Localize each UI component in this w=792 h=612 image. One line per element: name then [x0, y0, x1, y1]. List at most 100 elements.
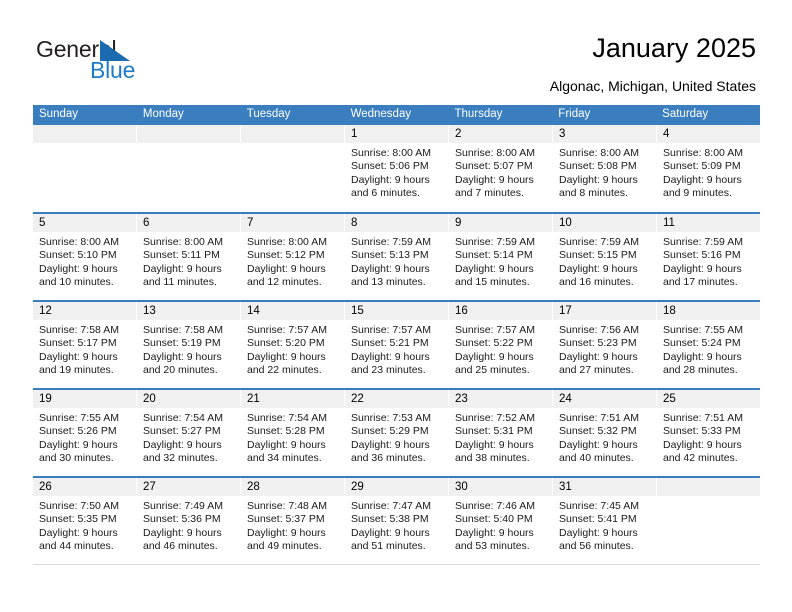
sunrise-text: Sunrise: 7:46 AM [455, 500, 535, 512]
calendar-day-cell[interactable]: 7 Sunrise: 8:00 AM Sunset: 5:12 PM Daylight… [241, 214, 345, 300]
daylight-text: Daylight: 9 hours and 16 minutes. [559, 262, 638, 289]
calendar-day-cell[interactable]: 19 Sunrise: 7:55 AM Sunset: 5:26 PM Dayligh… [33, 390, 137, 476]
calendar-day-cell[interactable]: 16 Sunrise: 7:57 AM Sunset: 5:22 PM Dayligh… [449, 302, 553, 388]
day-details: Sunrise: 7:47 AM Sunset: 5:38 PM Daylight:… [345, 496, 448, 554]
day-number: 10 [553, 214, 656, 232]
daylight-text: Daylight: 9 hours and 46 minutes. [143, 526, 222, 553]
calendar-day-cell[interactable]: 10 Sunrise: 7:59 AM Sunset: 5:15 PM Dayligh… [553, 214, 657, 300]
sunset-text: Sunset: 5:15 PM [559, 249, 637, 262]
calendar-day-cell[interactable]: 31 Sunrise: 7:45 AM Sunset: 5:41 PM Dayligh… [553, 478, 657, 564]
calendar-day-cell[interactable]: 26 Sunrise: 7:50 AM Sunset: 5:35 PM Dayligh… [33, 478, 137, 564]
daylight-text: Daylight: 9 hours and 32 minutes. [143, 438, 222, 465]
day-details: Sunrise: 8:00 AM Sunset: 5:09 PM Daylight:… [657, 143, 760, 201]
sunset-text: Sunset: 5:32 PM [559, 425, 637, 438]
daylight-text: Daylight: 9 hours and 6 minutes. [351, 173, 430, 200]
day-number: 5 [33, 214, 136, 232]
day-details: Sunrise: 7:57 AM Sunset: 5:22 PM Daylight:… [449, 320, 552, 378]
sunrise-text: Sunrise: 7:54 AM [247, 412, 327, 424]
day-details: Sunrise: 8:00 AM Sunset: 5:08 PM Daylight:… [553, 143, 656, 201]
calendar-day-cell[interactable]: 21 Sunrise: 7:54 AM Sunset: 5:28 PM Dayligh… [241, 390, 345, 476]
sunset-text: Sunset: 5:14 PM [455, 249, 533, 262]
day-number: 11 [657, 214, 760, 232]
calendar-day-cell[interactable]: 12 Sunrise: 7:58 AM Sunset: 5:17 PM Dayligh… [33, 302, 137, 388]
day-number: 1 [345, 125, 448, 143]
sunrise-text: Sunrise: 8:00 AM [143, 236, 223, 248]
day-number [33, 125, 136, 143]
calendar-day-cell[interactable]: 14 Sunrise: 7:57 AM Sunset: 5:20 PM Dayligh… [241, 302, 345, 388]
calendar-day-cell-empty [241, 125, 345, 212]
calendar-day-cell[interactable]: 30 Sunrise: 7:46 AM Sunset: 5:40 PM Dayligh… [449, 478, 553, 564]
page-title: January 2025 [592, 33, 756, 63]
weekday-header-monday: Monday [142, 108, 184, 120]
sunset-text: Sunset: 5:13 PM [351, 249, 429, 262]
calendar-day-cell[interactable]: 11 Sunrise: 7:59 AM Sunset: 5:16 PM Dayligh… [657, 214, 760, 300]
calendar-day-cell[interactable]: 24 Sunrise: 7:51 AM Sunset: 5:32 PM Dayligh… [553, 390, 657, 476]
sunrise-text: Sunrise: 8:00 AM [559, 147, 639, 159]
calendar-day-cell[interactable]: 22 Sunrise: 7:53 AM Sunset: 5:29 PM Dayligh… [345, 390, 449, 476]
day-details: Sunrise: 7:54 AM Sunset: 5:27 PM Daylight:… [137, 408, 240, 466]
daylight-text: Daylight: 9 hours and 23 minutes. [351, 350, 430, 377]
day-number: 31 [553, 478, 656, 496]
calendar-day-cell[interactable]: 1 Sunrise: 8:00 AM Sunset: 5:06 PM Daylight… [345, 125, 449, 212]
daylight-text: Daylight: 9 hours and 7 minutes. [455, 173, 534, 200]
day-number [137, 125, 240, 143]
sunrise-text: Sunrise: 7:59 AM [455, 236, 535, 248]
day-details: Sunrise: 7:55 AM Sunset: 5:24 PM Daylight:… [657, 320, 760, 378]
sunset-text: Sunset: 5:35 PM [39, 513, 117, 526]
sunset-text: Sunset: 5:27 PM [143, 425, 221, 438]
day-details: Sunrise: 8:00 AM Sunset: 5:06 PM Daylight:… [345, 143, 448, 201]
day-number: 8 [345, 214, 448, 232]
day-number: 16 [449, 302, 552, 320]
sunset-text: Sunset: 5:08 PM [559, 160, 637, 173]
calendar-day-cell[interactable]: 2 Sunrise: 8:00 AM Sunset: 5:07 PM Daylight… [449, 125, 553, 212]
sunset-text: Sunset: 5:07 PM [455, 160, 533, 173]
day-number: 9 [449, 214, 552, 232]
day-number: 19 [33, 390, 136, 408]
sunset-text: Sunset: 5:11 PM [143, 249, 220, 262]
daylight-text: Daylight: 9 hours and 30 minutes. [39, 438, 118, 465]
calendar-day-cell[interactable]: 9 Sunrise: 7:59 AM Sunset: 5:14 PM Daylight… [449, 214, 553, 300]
calendar-week-row: 19 Sunrise: 7:55 AM Sunset: 5:26 PM Dayligh… [33, 388, 760, 476]
calendar-day-cell[interactable]: 23 Sunrise: 7:52 AM Sunset: 5:31 PM Dayligh… [449, 390, 553, 476]
day-details: Sunrise: 7:51 AM Sunset: 5:33 PM Daylight:… [657, 408, 760, 466]
calendar-day-cell[interactable]: 3 Sunrise: 8:00 AM Sunset: 5:08 PM Daylight… [553, 125, 657, 212]
daylight-text: Daylight: 9 hours and 10 minutes. [39, 262, 118, 289]
daylight-text: Daylight: 9 hours and 11 minutes. [143, 262, 222, 289]
calendar-day-cell[interactable]: 6 Sunrise: 8:00 AM Sunset: 5:11 PM Daylight… [137, 214, 241, 300]
calendar-day-cell[interactable]: 15 Sunrise: 7:57 AM Sunset: 5:21 PM Dayligh… [345, 302, 449, 388]
calendar-day-cell[interactable]: 8 Sunrise: 7:59 AM Sunset: 5:13 PM Daylight… [345, 214, 449, 300]
general-blue-logo[interactable]: General Blue [36, 36, 236, 88]
sunset-text: Sunset: 5:38 PM [351, 513, 429, 526]
page-header: General Blue January 2025 Algonac, Michi… [0, 0, 792, 104]
day-details: Sunrise: 8:00 AM Sunset: 5:07 PM Daylight:… [449, 143, 552, 201]
calendar-day-cell[interactable]: 4 Sunrise: 8:00 AM Sunset: 5:09 PM Daylight… [657, 125, 760, 212]
sunset-text: Sunset: 5:23 PM [559, 337, 637, 350]
sunset-text: Sunset: 5:41 PM [559, 513, 637, 526]
calendar-day-cell[interactable]: 5 Sunrise: 8:00 AM Sunset: 5:10 PM Daylight… [33, 214, 137, 300]
calendar-day-cell[interactable]: 25 Sunrise: 7:51 AM Sunset: 5:33 PM Dayligh… [657, 390, 760, 476]
sunrise-text: Sunrise: 8:00 AM [455, 147, 535, 159]
daylight-text: Daylight: 9 hours and 36 minutes. [351, 438, 430, 465]
calendar-day-cell[interactable]: 13 Sunrise: 7:58 AM Sunset: 5:19 PM Dayligh… [137, 302, 241, 388]
calendar-day-cell[interactable]: 20 Sunrise: 7:54 AM Sunset: 5:27 PM Dayligh… [137, 390, 241, 476]
weekday-header-thursday: Thursday [454, 108, 503, 120]
day-number: 14 [241, 302, 344, 320]
daylight-text: Daylight: 9 hours and 56 minutes. [559, 526, 638, 553]
day-details: Sunrise: 7:52 AM Sunset: 5:31 PM Daylight:… [449, 408, 552, 466]
day-details: Sunrise: 7:48 AM Sunset: 5:37 PM Daylight:… [241, 496, 344, 554]
day-number: 7 [241, 214, 344, 232]
sunrise-text: Sunrise: 7:51 AM [663, 412, 743, 424]
calendar-week-row: 12 Sunrise: 7:58 AM Sunset: 5:17 PM Dayligh… [33, 300, 760, 388]
calendar-day-cell[interactable]: 17 Sunrise: 7:56 AM Sunset: 5:23 PM Dayligh… [553, 302, 657, 388]
weekday-header-wednesday: Wednesday [350, 108, 412, 120]
sunrise-text: Sunrise: 7:56 AM [559, 324, 639, 336]
calendar-day-cell[interactable]: 27 Sunrise: 7:49 AM Sunset: 5:36 PM Dayligh… [137, 478, 241, 564]
sunrise-text: Sunrise: 7:45 AM [559, 500, 639, 512]
sunrise-text: Sunrise: 7:57 AM [351, 324, 431, 336]
sunrise-text: Sunrise: 7:59 AM [351, 236, 431, 248]
calendar-day-cell[interactable]: 18 Sunrise: 7:55 AM Sunset: 5:24 PM Dayligh… [657, 302, 760, 388]
calendar-day-cell[interactable]: 28 Sunrise: 7:48 AM Sunset: 5:37 PM Dayligh… [241, 478, 345, 564]
calendar-day-cell[interactable]: 29 Sunrise: 7:47 AM Sunset: 5:38 PM Dayligh… [345, 478, 449, 564]
day-details: Sunrise: 8:00 AM Sunset: 5:11 PM Daylight:… [137, 232, 240, 290]
sunset-text: Sunset: 5:20 PM [247, 337, 325, 350]
